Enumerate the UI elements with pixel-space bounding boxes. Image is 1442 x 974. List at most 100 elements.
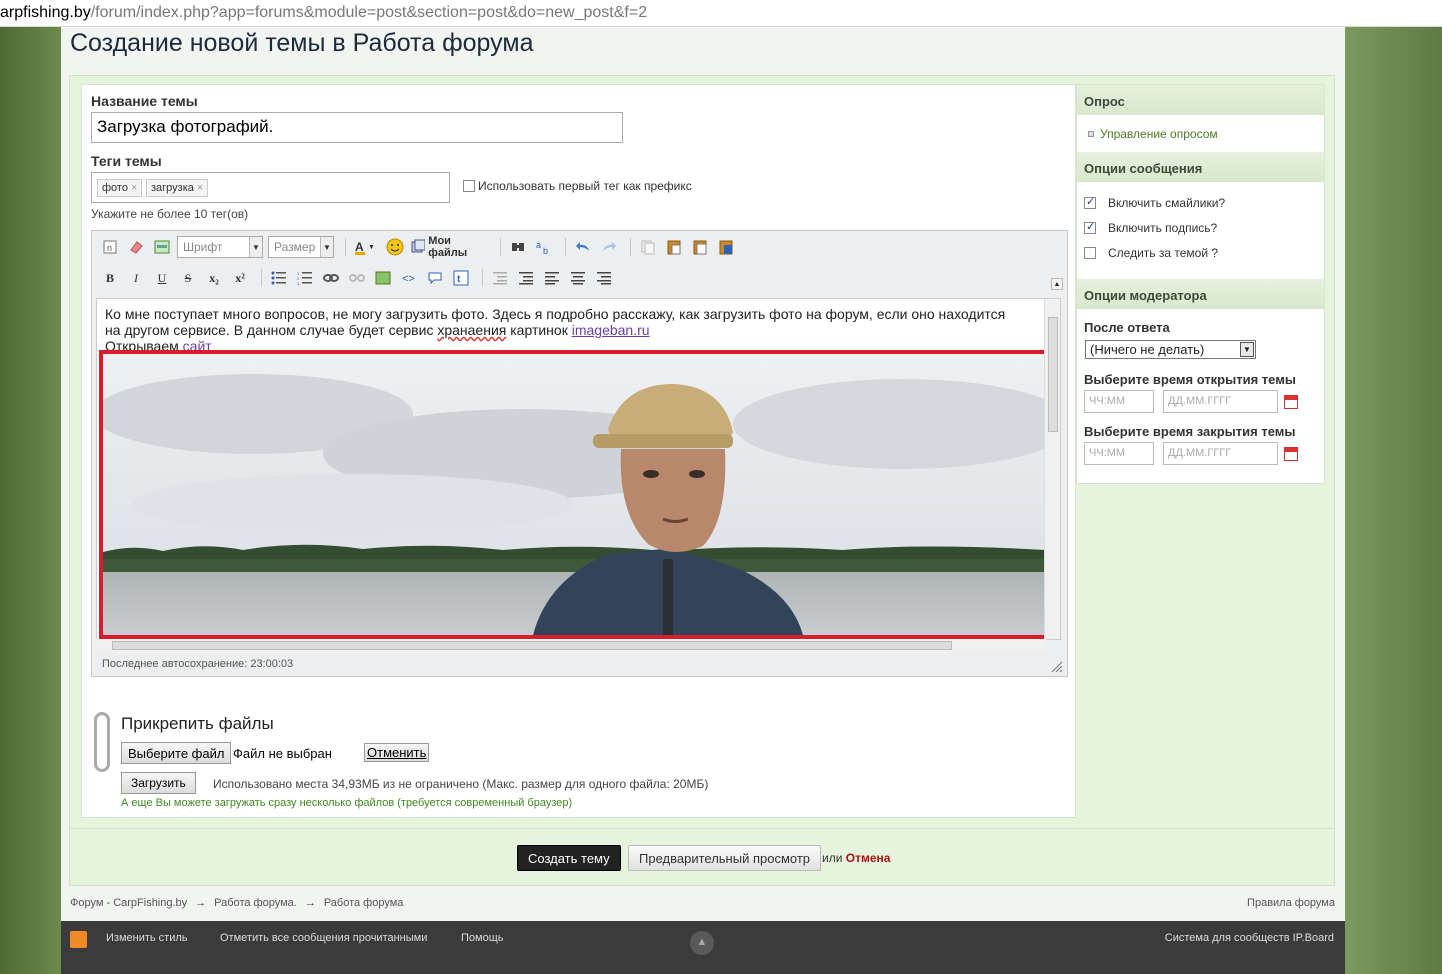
smilies-checkbox[interactable] [1084, 195, 1096, 209]
undo-icon[interactable] [572, 237, 594, 257]
copy-icon[interactable] [637, 237, 659, 257]
breadcrumb: Форум - CarpFishing.by → Работа форума. → Ра… [70, 897, 403, 909]
follow-checkbox[interactable] [1084, 247, 1096, 259]
size-select[interactable]: Размер ▼ [268, 236, 334, 258]
image-gallery-icon[interactable] [151, 237, 173, 257]
eraser-icon[interactable] [125, 237, 147, 257]
create-topic-button[interactable]: Создать тему [517, 845, 621, 871]
topic-title-label: Название темы [91, 93, 198, 109]
address-bar[interactable]: arpfishing.by/forum/index.php?app=forums… [0, 0, 1442, 27]
find-icon[interactable] [507, 237, 529, 257]
strike-button[interactable]: S [177, 268, 199, 288]
collapse-toolbar-icon[interactable]: ▲ [1051, 278, 1063, 290]
editor-vertical-scrollbar[interactable] [1044, 299, 1060, 639]
scroll-top-icon[interactable]: ▲ [690, 931, 714, 955]
help-link[interactable]: Помощь [461, 932, 504, 944]
underline-button[interactable]: U [151, 268, 173, 288]
open-time-input[interactable]: ЧЧ:ММ [1084, 390, 1154, 413]
tags-hint: Укажите не более 10 тег(ов) [91, 207, 249, 221]
link-icon[interactable] [320, 268, 342, 288]
image-icon[interactable] [372, 268, 394, 288]
imageban-link[interactable]: imageban.ru [572, 322, 650, 338]
or-text: или [822, 851, 843, 865]
superscript-button[interactable]: x² [229, 268, 251, 288]
after-reply-select[interactable]: (Ничего не делать) ▼ [1085, 340, 1256, 359]
calendar-icon[interactable] [1284, 395, 1298, 409]
multi-upload-note[interactable]: А еще Вы можете загружать сразу нескольк… [121, 797, 572, 809]
breadcrumb-link[interactable]: Работа форума [324, 897, 404, 909]
option-follow[interactable]: Следить за темой ? [1084, 246, 1218, 260]
open-date-input[interactable]: ДД.ММ.ГГГГ [1163, 390, 1278, 413]
bold-button[interactable]: B [99, 268, 121, 288]
paste-icon[interactable] [663, 237, 685, 257]
quote-icon[interactable] [424, 268, 446, 288]
forum-rules-link[interactable]: Правила форума [1247, 897, 1335, 909]
editor-text: Ко мне поступает много вопросов, не могу… [105, 306, 1035, 354]
close-time-input[interactable]: ЧЧ:ММ [1084, 442, 1154, 465]
prefix-checkbox-row[interactable]: Использовать первый тег как префикс [463, 179, 692, 193]
tag-remove-icon[interactable]: × [131, 182, 137, 194]
topic-title-input[interactable]: Загрузка фотографий. [91, 112, 623, 143]
media-icon[interactable]: t [450, 268, 472, 288]
align-left-icon[interactable] [541, 268, 563, 288]
toolbar-separator [345, 238, 346, 256]
preview-button[interactable]: Предварительный просмотр [628, 845, 822, 871]
breadcrumb-link[interactable]: Форум - CarpFishing.by [70, 897, 187, 909]
mark-all-read-link[interactable]: Отметить все сообщения прочитанными [220, 932, 427, 944]
moderator-options-header: Опции модератора [1077, 279, 1324, 309]
embedded-photo[interactable] [99, 350, 1049, 639]
subscript-button[interactable]: x₂ [203, 268, 225, 288]
redo-icon[interactable] [598, 237, 620, 257]
numbered-list-icon[interactable]: 123 [294, 268, 316, 288]
option-signature[interactable]: Включить подпись? [1084, 220, 1217, 235]
signature-checkbox[interactable] [1084, 220, 1096, 234]
scroll-thumb[interactable] [1048, 317, 1058, 432]
indent-icon[interactable] [515, 268, 537, 288]
tags-input[interactable]: фото × загрузка × [91, 172, 450, 203]
editor-content-area[interactable]: Ко мне поступает много вопросов, не могу… [96, 298, 1061, 640]
smiley-icon[interactable] [384, 237, 406, 257]
resize-grip-icon[interactable] [1051, 661, 1063, 673]
rss-icon[interactable] [70, 931, 87, 948]
editor-horizontal-scrollbar[interactable] [96, 639, 1046, 653]
bullet-list-icon[interactable] [268, 268, 290, 288]
scroll-thumb[interactable] [112, 641, 952, 650]
outdent-icon[interactable] [489, 268, 511, 288]
paste-text-icon[interactable] [689, 237, 711, 257]
choose-file-button[interactable]: Выберите файл [121, 742, 232, 764]
paperclip-icon [94, 712, 110, 772]
post-options-header: Опции сообщения [1077, 152, 1324, 182]
powered-by-text[interactable]: Система для сообществ IP.Board [1165, 932, 1334, 944]
page-title: Создание новой темы в Работа форума [70, 29, 534, 57]
change-style-link[interactable]: Изменить стиль [106, 932, 188, 944]
cancel-link[interactable]: Отмена [846, 851, 891, 865]
text-color-icon[interactable]: A ▼ [352, 237, 380, 257]
open-time-label: Выберите время открытия темы [1084, 372, 1296, 387]
bullet-icon [1088, 131, 1094, 137]
tag-chip[interactable]: фото × [97, 179, 143, 197]
tag-chip[interactable]: загрузка × [146, 179, 209, 197]
tag-remove-icon[interactable]: × [197, 182, 203, 194]
replace-icon[interactable]: ab [533, 237, 555, 257]
manage-poll-link[interactable]: Управление опросом [1100, 127, 1218, 141]
paste-word-icon[interactable] [715, 237, 737, 257]
my-files-button[interactable]: Мои файлы [410, 235, 490, 259]
option-smilies[interactable]: Включить смайлики? [1084, 195, 1225, 210]
calendar-icon[interactable] [1284, 447, 1298, 461]
url-host: arpfishing.by [0, 4, 91, 21]
close-date-input[interactable]: ДД.ММ.ГГГГ [1163, 442, 1278, 465]
manage-poll-item[interactable]: Управление опросом [1088, 127, 1218, 141]
cancel-upload-button[interactable]: Отменить [364, 743, 430, 762]
source-icon[interactable]: n [99, 237, 121, 257]
prefix-checkbox[interactable] [463, 180, 475, 192]
svg-text:A: A [355, 240, 364, 254]
align-right-icon[interactable] [593, 268, 615, 288]
breadcrumb-link[interactable]: Работа форума. [214, 897, 297, 909]
font-select[interactable]: Шрифт ▼ [177, 236, 263, 258]
storage-usage-text: Использовано места 34,93МБ из не огранич… [213, 777, 709, 791]
unlink-icon[interactable] [346, 268, 368, 288]
align-center-icon[interactable] [567, 268, 589, 288]
italic-button[interactable]: I [125, 268, 147, 288]
upload-button[interactable]: Загрузить [121, 772, 196, 794]
code-icon[interactable]: <> [398, 268, 420, 288]
